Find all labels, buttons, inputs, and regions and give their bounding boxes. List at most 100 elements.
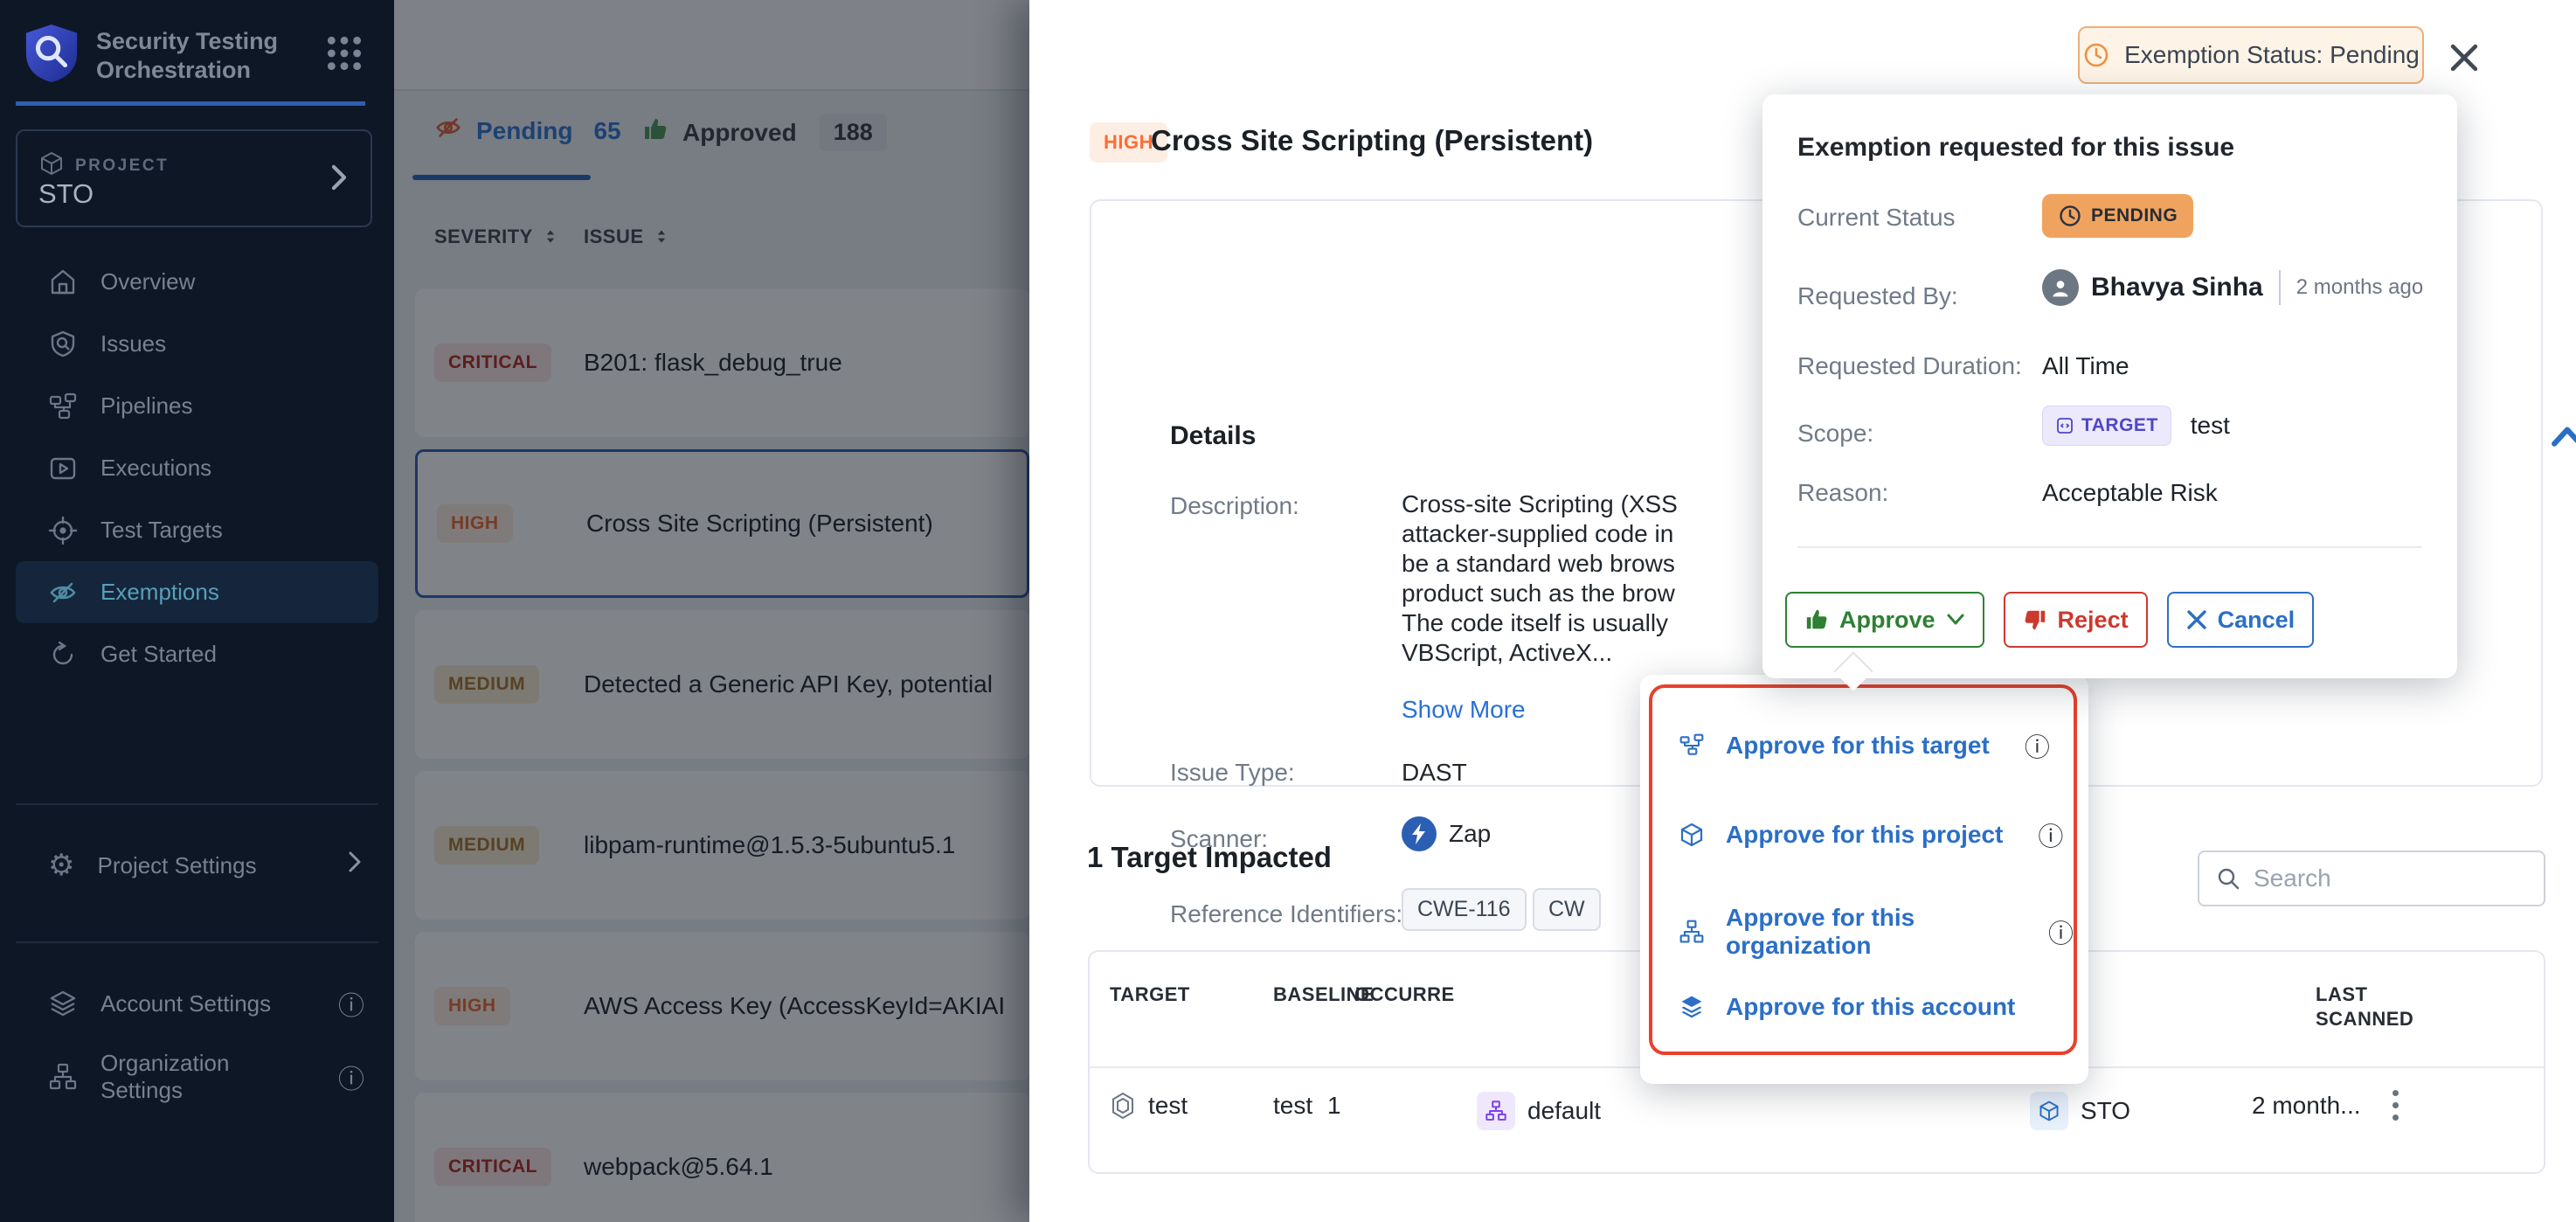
org-chart-icon — [48, 1062, 78, 1092]
close-icon[interactable] — [2443, 37, 2485, 79]
sidebar-item-pipelines[interactable]: Pipelines — [0, 375, 394, 437]
chevron-down-icon — [1946, 613, 1965, 627]
info-icon: ⓘ — [2038, 816, 2063, 853]
menu-item-label: Approve for this organization — [1726, 904, 2013, 960]
sidebar-item-overview[interactable]: Overview — [0, 251, 394, 313]
description-label: Description: — [1170, 492, 1299, 520]
exemption-popup-heading: Exemption requested for this issue — [1797, 133, 2234, 163]
module-grid-icon[interactable] — [325, 34, 364, 77]
sidebar-item-project-settings[interactable]: ⚙ Project Settings — [0, 835, 394, 896]
requested-time: 2 months ago — [2296, 275, 2423, 300]
search-icon — [2215, 865, 2241, 892]
chevron-right-icon — [345, 850, 364, 881]
clock-icon — [2082, 41, 2110, 69]
issue-type-label: Issue Type: — [1170, 759, 1295, 787]
current-status-label: Current Status — [1797, 204, 1956, 232]
sidebar-divider — [16, 803, 378, 805]
thumbs-down-icon — [2023, 608, 2047, 632]
target-cell: test — [1110, 1092, 1188, 1120]
sidebar-item-label: Project Settings — [97, 852, 256, 879]
shield-search-icon — [48, 330, 78, 359]
divider — [2279, 270, 2281, 305]
sidebar-accent-divider — [16, 101, 365, 106]
cube-icon — [1679, 822, 1705, 848]
info-icon: ⓘ — [2025, 727, 2050, 764]
scanner-value: Zap — [1402, 816, 1491, 851]
requested-duration-value: All Time — [2042, 352, 2129, 380]
targets-impacted-heading: 1 Target Impacted — [1087, 841, 1332, 874]
exemption-status-button[interactable]: Exemption Status: Pending — [2078, 26, 2424, 84]
row-kebab-menu-icon[interactable] — [2387, 1085, 2404, 1126]
reference-chip[interactable]: CW — [1533, 888, 1601, 931]
show-more-link[interactable]: Show More — [1402, 696, 1526, 724]
clock-icon — [2058, 204, 2082, 228]
menu-item-label: Approve for this account — [1726, 993, 2015, 1021]
reason-label: Reason: — [1797, 479, 1888, 507]
app-logo-shield-icon — [23, 23, 80, 88]
layers-icon — [48, 989, 78, 1018]
sidebar-item-account-settings[interactable]: Account Settings ⓘ — [0, 973, 394, 1034]
layers-icon — [1679, 994, 1705, 1020]
sidebar-item-label: Overview — [100, 268, 195, 295]
project-cell: STO — [2030, 1092, 2130, 1130]
menu-item-label: Approve for this project — [1726, 821, 2003, 849]
sidebar-item-label: Issues — [100, 330, 166, 358]
modal-dim-overlay[interactable] — [394, 0, 1029, 1222]
sidebar-item-organization-settings[interactable]: Organization Settings ⓘ — [0, 1046, 394, 1107]
org-chart-icon — [1679, 919, 1705, 945]
search-box[interactable] — [2198, 851, 2545, 906]
approve-button[interactable]: Approve — [1785, 592, 1984, 648]
menu-item-approve-project[interactable]: Approve for this project ⓘ — [1679, 816, 2063, 853]
sidebar-item-label: Exemptions — [100, 579, 219, 606]
issue-detail-drawer: HIGH Cross Site Scripting (Persistent) E… — [1029, 0, 2576, 1222]
requested-by-value: Bhavya Sinha 2 months ago — [2042, 269, 2423, 306]
x-icon — [2186, 609, 2207, 630]
target-chip-icon — [2055, 416, 2074, 435]
info-icon: ⓘ — [2048, 913, 2074, 950]
issue-type-value: DAST — [1402, 759, 1467, 787]
chevron-up-icon[interactable] — [2549, 423, 2576, 454]
sidebar-item-label: Organization Settings — [100, 1050, 315, 1104]
pending-status-badge: PENDING — [2042, 194, 2193, 238]
sidebar: Security Testing Orchestration PROJE — [0, 0, 394, 1222]
sidebar-item-executions[interactable]: Executions — [0, 437, 394, 499]
scope-target-name: test — [2191, 412, 2230, 440]
reject-button[interactable]: Reject — [2004, 592, 2148, 648]
target-scope-badge: TARGET — [2042, 406, 2171, 446]
menu-item-approve-target[interactable]: Approve for this target ⓘ — [1679, 727, 2050, 764]
security-testing-orchestration-app: Security Testing Orchestration PROJE — [0, 0, 2576, 1222]
play-box-icon — [48, 454, 78, 483]
target-hexagon-icon — [1110, 1092, 1136, 1120]
organization-cell: default — [1477, 1092, 1601, 1130]
info-icon: ⓘ — [338, 984, 364, 1023]
scope-value: TARGET test — [2042, 406, 2230, 446]
project-selector[interactable]: PROJECT STO — [16, 129, 372, 227]
requester-name: Bhavya Sinha — [2091, 273, 2263, 302]
sidebar-item-test-targets[interactable]: Test Targets — [0, 499, 394, 561]
requested-duration-label: Requested Duration: — [1797, 352, 2022, 380]
menu-item-approve-account[interactable]: Approve for this account — [1679, 993, 2015, 1021]
info-icon: ⓘ — [338, 1058, 364, 1096]
description-text: Cross-site Scripting (XSS attacker-suppl… — [1402, 489, 1678, 668]
sidebar-item-label: Test Targets — [100, 517, 223, 544]
details-heading: Details — [1170, 421, 1256, 451]
cancel-button[interactable]: Cancel — [2167, 592, 2315, 648]
issue-detail-title: Cross Site Scripting (Persistent) — [1151, 124, 1593, 157]
col-last-scanned: LAST SCANNED — [2316, 982, 2438, 1031]
sidebar-item-exemptions[interactable]: Exemptions — [16, 561, 378, 623]
menu-item-approve-organization[interactable]: Approve for this organization ⓘ — [1679, 904, 2074, 960]
get-started-icon — [48, 640, 78, 670]
popup-divider — [1797, 546, 2422, 548]
app-title: Security Testing Orchestration — [96, 27, 309, 85]
dropdown-highlight-border: Approve for this target ⓘ Approve for th… — [1649, 684, 2077, 1055]
gear-icon: ⚙ — [48, 848, 74, 883]
search-input[interactable] — [2254, 864, 2516, 892]
home-icon — [48, 267, 78, 297]
org-chart-icon — [1477, 1092, 1515, 1130]
sidebar-item-issues[interactable]: Issues — [0, 313, 394, 375]
sidebar-item-get-started[interactable]: Get Started — [0, 623, 394, 685]
sidebar-item-label: Get Started — [100, 641, 217, 668]
target-icon — [48, 516, 78, 545]
reference-chip[interactable]: CWE-116 — [1402, 888, 1527, 931]
project-name: STO — [38, 178, 93, 210]
